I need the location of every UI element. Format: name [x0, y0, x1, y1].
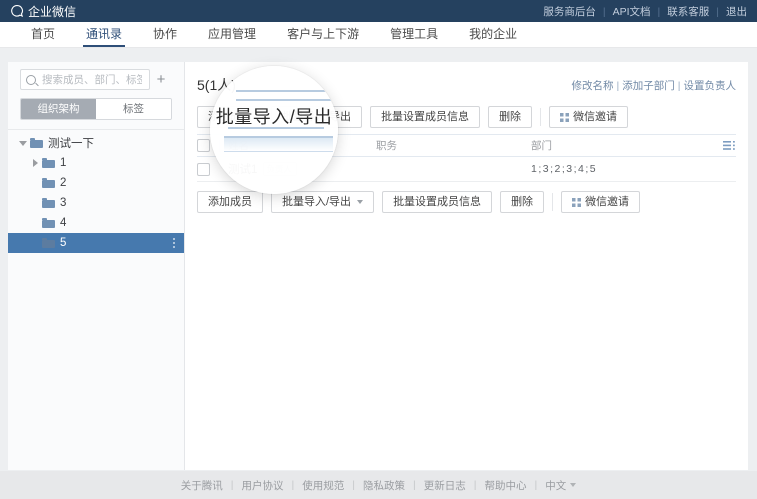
top-link-api-docs[interactable]: API文档 — [596, 4, 651, 19]
member-toolbar-bottom: 添加成员 批量导入/导出 批量设置成员信息 删除 微信邀请 — [197, 191, 736, 213]
org-tree: 测试一下 1 2 3 4 5 — [8, 133, 184, 253]
tab-app-management[interactable]: 应用管理 — [208, 22, 256, 47]
batch-import-export-dropdown[interactable]: 批量导入/导出 — [271, 191, 374, 213]
tree-item-label: 3 — [60, 197, 66, 209]
chevron-down-icon — [570, 483, 576, 487]
select-all-checkbox[interactable] — [197, 139, 210, 152]
contacts-sidebar: + 组织架构 标签 测试一下 1 2 — [8, 62, 185, 470]
top-link-logout[interactable]: 退出 — [709, 4, 747, 19]
toolbar-divider — [552, 193, 553, 211]
folder-icon — [42, 158, 55, 168]
folder-icon — [42, 238, 55, 248]
qr-grid-icon — [572, 198, 581, 207]
magnified-border-line — [228, 127, 324, 129]
more-options-icon[interactable] — [173, 242, 175, 244]
tree-item-label: 测试一下 — [48, 135, 94, 151]
magnifier-overlay: 批量导入/导出 — [210, 66, 338, 194]
qr-grid-icon — [560, 113, 569, 122]
main-nav: 首页 通讯录 协作 应用管理 客户与上下游 管理工具 我的企业 — [0, 22, 757, 48]
folder-icon — [42, 178, 55, 188]
top-link-provider-console[interactable]: 服务商后台 — [543, 4, 596, 19]
page-footer: 关于腾讯 用户协议 使用规范 隐私政策 更新日志 帮助中心 中文 — [0, 471, 757, 499]
folder-icon — [42, 198, 55, 208]
batch-set-info-label: 批量设置成员信息 — [393, 192, 481, 212]
tree-item-label: 1 — [60, 157, 66, 169]
wechat-invite-button[interactable]: 微信邀请 — [549, 106, 628, 128]
footer-language-selector[interactable]: 中文 — [526, 478, 576, 493]
tree-item-root[interactable]: 测试一下 — [8, 133, 184, 153]
app-logo[interactable]: 企业微信 — [10, 3, 76, 20]
tab-customers[interactable]: 客户与上下游 — [287, 22, 359, 47]
folder-icon — [30, 138, 43, 148]
magnified-button-edge — [236, 90, 332, 101]
footer-link-changelog[interactable]: 更新日志 — [405, 478, 466, 493]
set-manager-link[interactable]: 设置负责人 — [675, 78, 736, 93]
delete-label: 删除 — [499, 107, 521, 127]
top-link-contact-support[interactable]: 联系客服 — [651, 4, 710, 19]
wechat-invite-label: 微信邀请 — [573, 107, 617, 127]
wechat-invite-button-bottom[interactable]: 微信邀请 — [561, 191, 640, 213]
tree-item-1[interactable]: 1 — [8, 153, 184, 173]
sidebar-divider — [8, 129, 184, 130]
magnified-table-header-band — [224, 136, 333, 152]
caret-down-icon[interactable] — [19, 139, 27, 147]
content-area: + 组织架构 标签 测试一下 1 2 — [8, 62, 748, 470]
tab-my-company[interactable]: 我的企业 — [469, 22, 517, 47]
footer-link-usage-rules[interactable]: 使用规范 — [284, 478, 345, 493]
column-header-title: 职务 — [376, 138, 531, 153]
batch-set-info-label: 批量设置成员信息 — [381, 107, 469, 127]
column-header-dept: 部门 — [531, 138, 706, 153]
tree-item-2[interactable]: 2 — [8, 173, 184, 193]
add-sub-department-link[interactable]: 添加子部门 — [614, 78, 675, 93]
brand-name: 企业微信 — [28, 3, 76, 20]
search-box — [20, 69, 150, 90]
footer-link-about-tencent[interactable]: 关于腾讯 — [181, 478, 223, 493]
footer-language-label: 中文 — [545, 478, 566, 493]
delete-label: 删除 — [511, 192, 533, 212]
add-member-label: 添加成员 — [208, 192, 252, 212]
tree-item-5-selected[interactable]: 5 — [8, 233, 184, 253]
add-department-button[interactable]: + — [150, 69, 172, 90]
caret-right-icon[interactable] — [31, 159, 39, 167]
top-bar: 企业微信 服务商后台 API文档 联系客服 退出 — [0, 0, 757, 22]
department-actions: 修改名称 添加子部门 设置负责人 — [572, 78, 736, 93]
footer-link-user-agreement[interactable]: 用户协议 — [223, 478, 284, 493]
tab-org-structure[interactable]: 组织架构 — [21, 99, 96, 119]
tab-admin-tools[interactable]: 管理工具 — [390, 22, 438, 47]
tab-contacts[interactable]: 通讯录 — [86, 22, 122, 47]
magnified-text: 批量导入/导出 — [210, 103, 338, 129]
delete-button[interactable]: 删除 — [488, 106, 532, 128]
column-settings-icon — [723, 141, 736, 150]
rename-link[interactable]: 修改名称 — [572, 78, 614, 93]
footer-link-help-center[interactable]: 帮助中心 — [466, 478, 527, 493]
batch-import-export-label: 批量导入/导出 — [282, 192, 351, 212]
sidebar-segmented-tabs: 组织架构 标签 — [20, 98, 172, 120]
tree-item-label: 2 — [60, 177, 66, 189]
tree-item-3[interactable]: 3 — [8, 193, 184, 213]
add-member-button-bottom[interactable]: 添加成员 — [197, 191, 263, 213]
tree-item-label: 5 — [60, 237, 66, 249]
top-links: 服务商后台 API文档 联系客服 退出 — [543, 4, 747, 19]
member-departments: 1;3;2;3;4;5 — [531, 163, 706, 175]
footer-link-privacy-policy[interactable]: 隐私政策 — [344, 478, 405, 493]
wechat-work-bubble-icon — [10, 4, 24, 18]
chevron-down-icon — [357, 200, 363, 204]
batch-set-info-button[interactable]: 批量设置成员信息 — [370, 106, 480, 128]
tree-item-label: 4 — [60, 217, 66, 229]
tab-labels[interactable]: 标签 — [96, 99, 171, 119]
row-checkbox[interactable] — [197, 163, 210, 176]
batch-set-info-button-bottom[interactable]: 批量设置成员信息 — [382, 191, 492, 213]
tab-collaboration[interactable]: 协作 — [153, 22, 177, 47]
tree-item-4[interactable]: 4 — [8, 213, 184, 233]
search-icon — [26, 75, 36, 85]
tab-home[interactable]: 首页 — [31, 22, 55, 47]
folder-icon — [42, 218, 55, 228]
column-settings-button[interactable] — [706, 141, 736, 150]
delete-button-bottom[interactable]: 删除 — [500, 191, 544, 213]
search-input[interactable] — [40, 73, 144, 87]
toolbar-divider — [540, 108, 541, 126]
wechat-invite-label: 微信邀请 — [585, 192, 629, 212]
